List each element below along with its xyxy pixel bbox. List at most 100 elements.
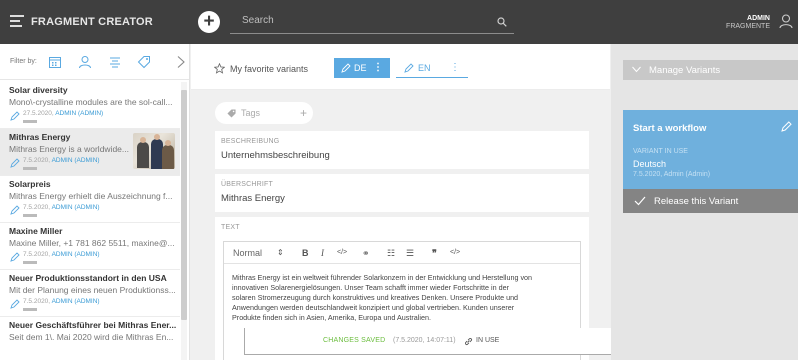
pencil-icon — [10, 299, 20, 309]
quote-icon[interactable]: ❞ — [432, 248, 437, 259]
text-filter-icon[interactable] — [108, 55, 122, 69]
list-item-selected[interactable]: Mithras Energy Mithras Energy is a world… — [0, 129, 180, 176]
user-name: ADMIN — [747, 15, 770, 22]
sidebar-scrollbar-thumb[interactable] — [181, 90, 187, 320]
release-variant-label: Release this Variant — [654, 196, 739, 207]
user-info[interactable]: ADMIN FRAGMENTE — [726, 15, 770, 31]
status-bar — [23, 167, 37, 170]
item-user: ADMIN (ADMIN) — [51, 251, 100, 258]
variant-language: Deutsch — [633, 159, 667, 169]
text-line: Anwendungen werden deutschlandweit konzi… — [232, 303, 515, 312]
status-bar — [23, 120, 37, 123]
text-line: Mithras Energy ist ein weltweit führende… — [232, 273, 533, 282]
fragment-sidebar: Filter by: Solar diversity Mono\-crystal… — [0, 44, 190, 360]
app-title: FRAGMENT CREATOR — [31, 16, 153, 28]
link-icon — [464, 337, 473, 346]
item-description: Mithras Energy erhielt die Auszeichnung … — [9, 191, 173, 201]
field-value[interactable]: Mithras Energy — [221, 193, 285, 204]
chevron-right-icon[interactable] — [174, 55, 188, 69]
tags-field[interactable]: Tags + — [215, 102, 313, 124]
code-block-icon[interactable]: </> — [450, 249, 460, 256]
pencil-icon — [10, 252, 20, 262]
add-fragment-button[interactable]: + — [198, 11, 220, 33]
fragment-list: Solar diversity Mono\-crystalline module… — [0, 82, 180, 360]
language-tab-en[interactable]: EN ⋮ — [396, 58, 468, 78]
editor-canvas: Tags + BESCHREIBUNG Unternehmsbeschreibu… — [191, 91, 610, 360]
pencil-icon — [10, 111, 20, 121]
format-select[interactable]: Normal — [233, 248, 262, 258]
editor-body[interactable]: Mithras Energy ist ein weltweit führende… — [232, 273, 574, 323]
item-description: Mono\-crystalline modules are the sol-ca… — [9, 97, 173, 107]
code-icon[interactable]: </> — [337, 249, 347, 256]
workflow-card: Start a workflow VARIANT IN USE Deutsch … — [623, 110, 798, 189]
calendar-filter-icon[interactable] — [48, 55, 62, 69]
check-icon — [634, 196, 646, 206]
item-user: ADMIN (ADMIN) — [51, 298, 100, 305]
search-icon[interactable] — [497, 17, 507, 27]
release-variant-button[interactable]: Release this Variant — [623, 189, 798, 213]
item-user: ADMIN (ADMIN) — [51, 157, 100, 164]
variant-panel: Manage Variants Start a workflow VARIANT… — [611, 44, 798, 360]
field-label: ÜBERSCHRIFT — [221, 181, 273, 188]
filter-bar: Filter by: — [0, 44, 189, 80]
user-icon[interactable] — [778, 13, 794, 29]
item-thumbnail — [133, 133, 175, 169]
item-title: Neuer Geschäftsführer bei Mithras Ener..… — [9, 320, 177, 330]
tag-filter-icon[interactable] — [137, 55, 151, 69]
ordered-list-icon[interactable]: ☷ — [387, 248, 395, 259]
list-item[interactable]: Solarpreis Mithras Energy erhielt die Au… — [0, 176, 180, 223]
bullet-list-icon[interactable]: ☰ — [406, 248, 414, 259]
item-description: Mit der Planung eines neuen Produktionss… — [9, 285, 176, 295]
favorite-variants-label[interactable]: My favorite variants — [230, 64, 308, 74]
variant-in-use-label: VARIANT IN USE — [633, 148, 688, 155]
language-label: EN — [418, 63, 431, 73]
list-item[interactable]: Solar diversity Mono\-crystalline module… — [0, 82, 180, 129]
field-value[interactable]: Unternehmsbeschreibung — [221, 150, 330, 161]
filter-label: Filter by: — [10, 58, 37, 65]
start-workflow-label[interactable]: Start a workflow — [633, 123, 706, 134]
list-item[interactable]: Maxine Miller Maxine Miller, +1 781 862 … — [0, 223, 180, 270]
status-bar — [23, 214, 37, 217]
language-tab-de[interactable]: DE ⋮ — [334, 58, 390, 78]
item-title: Maxine Miller — [9, 226, 63, 236]
item-date: 7.5.2020, — [23, 204, 51, 211]
save-status-bar: CHANGES SAVED (7.5.2020, 14:07:11) IN US… — [244, 328, 626, 355]
list-item[interactable]: Neuer Geschäftsführer bei Mithras Ener..… — [0, 317, 180, 360]
more-options-icon[interactable]: ⋮ — [450, 62, 460, 73]
list-item[interactable]: Neuer Produktionsstandort in den USA Mit… — [0, 270, 180, 317]
variant-date: 7.5.2020, Admin (Admin) — [633, 171, 711, 178]
link-icon[interactable]: ⚭ — [362, 248, 370, 259]
language-label: DE — [354, 63, 367, 73]
beschreibung-field[interactable]: BESCHREIBUNG Unternehmsbeschreibung — [215, 131, 589, 169]
text-line: solaren Stromerzeugung durch konstruktiv… — [232, 293, 519, 302]
more-options-icon[interactable]: ⋮ — [373, 62, 383, 73]
item-date: 7.5.2020, — [23, 251, 51, 258]
item-user: ADMIN (ADMIN) — [55, 110, 104, 117]
manage-variants-dropdown[interactable]: Manage Variants — [623, 60, 798, 80]
item-date: 27.5.2020, — [23, 110, 54, 117]
menu-icon[interactable] — [10, 15, 24, 27]
item-title: Solarpreis — [9, 179, 51, 189]
italic-icon[interactable]: I — [321, 248, 324, 258]
in-use-label: IN USE — [476, 337, 500, 344]
search-input[interactable] — [242, 15, 472, 26]
pencil-icon — [404, 63, 414, 73]
pencil-icon[interactable] — [781, 121, 792, 132]
format-select-arrow-icon[interactable]: ⇕ — [277, 248, 284, 257]
field-label: BESCHREIBUNG — [221, 138, 280, 145]
pencil-icon — [10, 158, 20, 168]
item-date: 7.5.2020, — [23, 298, 51, 305]
add-tag-button[interactable]: + — [300, 106, 307, 120]
user-filter-icon[interactable] — [78, 55, 92, 69]
text-line: innovativen Solarenergielösungen. Unser … — [232, 283, 509, 292]
ueberschrift-field[interactable]: ÜBERSCHRIFT Mithras Energy — [215, 174, 589, 212]
pencil-icon — [10, 205, 20, 215]
manage-variants-label: Manage Variants — [649, 65, 721, 76]
item-description: Mithras Energy is a worldwide... — [9, 144, 129, 154]
search-bar — [230, 10, 514, 34]
variant-toolbar: My favorite variants DE ⋮ EN ⋮ — [191, 44, 610, 90]
status-bar — [23, 261, 37, 264]
item-description: Maxine Miller, +1 781 862 5511, maxine@.… — [9, 238, 175, 248]
bold-icon[interactable]: B — [302, 248, 309, 258]
star-icon[interactable] — [214, 63, 225, 74]
